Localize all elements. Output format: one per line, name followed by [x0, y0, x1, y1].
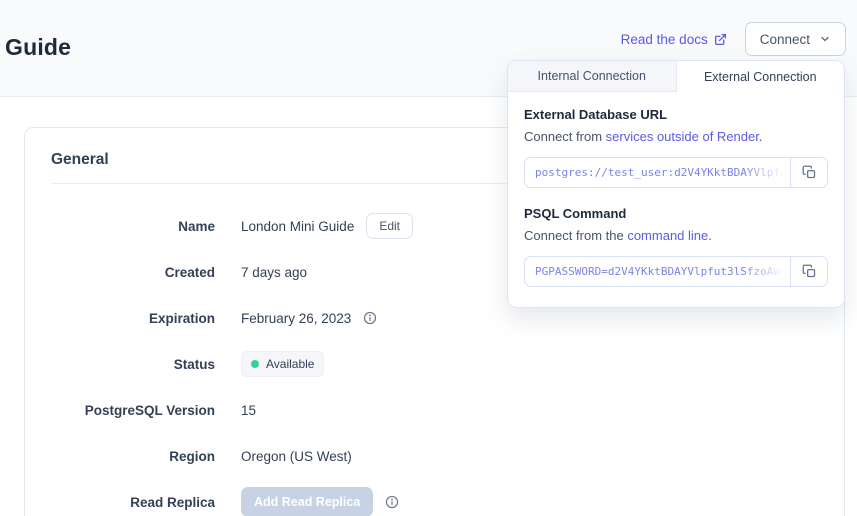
row-name-label: Name: [51, 219, 215, 234]
copy-psql-command-button[interactable]: [790, 257, 827, 286]
read-the-docs-link[interactable]: Read the docs: [621, 32, 727, 47]
row-read-replica: Read Replica Add Read Replica: [25, 479, 844, 516]
row-region: Region Oregon (US West): [25, 433, 844, 479]
desc-text: .: [759, 129, 763, 144]
edit-name-button[interactable]: Edit: [366, 213, 413, 239]
psql-command-heading: PSQL Command: [524, 206, 828, 221]
desc-text: Connect from: [524, 129, 606, 144]
command-line-link[interactable]: command line: [627, 228, 708, 243]
tab-internal-connection[interactable]: Internal Connection: [508, 61, 677, 92]
row-status: Status Available: [25, 341, 844, 387]
connect-panel-body: External Database URL Connect from servi…: [508, 92, 844, 307]
row-status-label: Status: [51, 357, 215, 372]
connection-tabs: Internal Connection External Connection: [508, 61, 844, 92]
desc-text: Connect from the: [524, 228, 627, 243]
header-actions: Read the docs Connect: [621, 22, 846, 56]
created-value: 7 days ago: [241, 265, 307, 280]
copy-external-db-url-button[interactable]: [790, 158, 827, 187]
expiration-value: February 26, 2023: [241, 311, 351, 326]
add-read-replica-button[interactable]: Add Read Replica: [241, 487, 373, 516]
connect-button[interactable]: Connect: [745, 22, 846, 56]
desc-text: .: [708, 228, 712, 243]
read-the-docs-label: Read the docs: [621, 32, 708, 47]
chevron-down-icon: [819, 33, 831, 45]
expiration-info-icon[interactable]: [363, 311, 377, 325]
external-db-url-heading: External Database URL: [524, 107, 828, 122]
connect-button-label: Connect: [760, 32, 810, 47]
region-value: Oregon (US West): [241, 449, 352, 464]
tab-external-connection[interactable]: External Connection: [677, 61, 845, 92]
external-db-url-description: Connect from services outside of Render.: [524, 129, 828, 144]
external-db-url-field-group: postgres://test_user:d2V4YKktBDAYVlpfut3…: [524, 157, 828, 188]
psql-command-field-group: PGPASSWORD=d2V4YKktBDAYVlpfut3lSfzoAWhwb…: [524, 256, 828, 287]
database-name-value: London Mini Guide: [241, 219, 354, 234]
external-db-url-value: postgres://test_user:d2V4YKktBDAYVlpfut3…: [535, 166, 790, 179]
psql-command-value: PGPASSWORD=d2V4YKktBDAYVlpfut3lSfzoAWhwb…: [535, 265, 790, 278]
status-badge-label: Available: [266, 357, 314, 371]
postgresql-version-value: 15: [241, 403, 256, 418]
row-region-label: Region: [51, 449, 215, 464]
status-available-dot-icon: [251, 360, 259, 368]
copy-icon: [802, 264, 817, 279]
row-expiration-label: Expiration: [51, 311, 215, 326]
connect-dropdown-panel: Internal Connection External Connection …: [507, 60, 845, 308]
row-read-replica-label: Read Replica: [51, 495, 215, 510]
read-replica-info-icon[interactable]: [385, 495, 399, 509]
status-badge: Available: [241, 351, 324, 377]
psql-command-description: Connect from the command line.: [524, 228, 828, 243]
copy-icon: [802, 165, 817, 180]
row-postgresql-version-label: PostgreSQL Version: [51, 403, 215, 418]
row-postgresql-version: PostgreSQL Version 15: [25, 387, 844, 433]
page-title: Guide: [5, 34, 71, 61]
services-outside-render-link[interactable]: services outside of Render: [606, 129, 759, 144]
external-db-url-input[interactable]: postgres://test_user:d2V4YKktBDAYVlpfut3…: [525, 158, 790, 187]
row-created-label: Created: [51, 265, 215, 280]
external-link-icon: [714, 33, 727, 46]
psql-command-input[interactable]: PGPASSWORD=d2V4YKktBDAYVlpfut3lSfzoAWhwb…: [525, 257, 790, 286]
